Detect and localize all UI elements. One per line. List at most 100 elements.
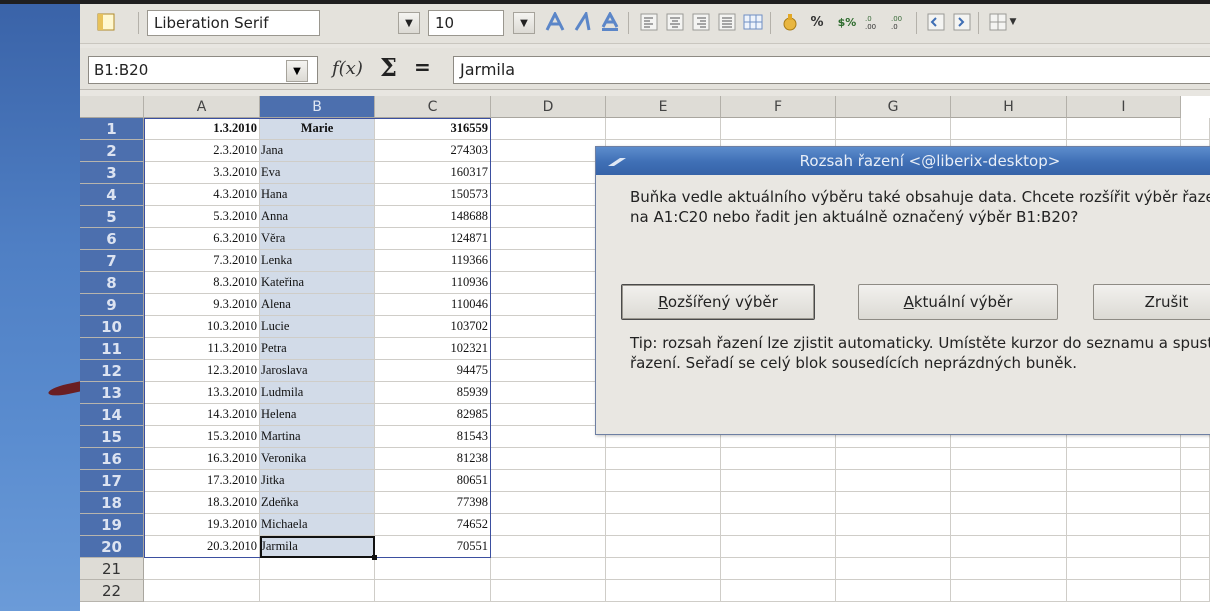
- cell-empty[interactable]: [491, 514, 606, 536]
- cell-a2[interactable]: 2.3.2010: [144, 140, 260, 162]
- toolbar-overflow-icon[interactable]: ▼: [1006, 11, 1020, 33]
- cell-b14[interactable]: Helena: [260, 404, 375, 426]
- cell-empty[interactable]: [491, 404, 606, 426]
- cell-c21[interactable]: [375, 558, 491, 580]
- row-header-13[interactable]: 13: [80, 382, 144, 404]
- cell-empty[interactable]: [1067, 558, 1181, 580]
- cell-b6[interactable]: Věra: [260, 228, 375, 250]
- cell-empty[interactable]: [606, 514, 721, 536]
- cell-c18[interactable]: 77398: [375, 492, 491, 514]
- cell-empty[interactable]: [491, 360, 606, 382]
- cell-b16[interactable]: Veronika: [260, 448, 375, 470]
- cell-empty[interactable]: [836, 448, 951, 470]
- cell-a7[interactable]: 7.3.2010: [144, 250, 260, 272]
- cell-b20[interactable]: Jarmila: [260, 536, 375, 558]
- cell-empty[interactable]: [491, 470, 606, 492]
- align-right-icon[interactable]: [689, 11, 713, 33]
- row-header-9[interactable]: 9: [80, 294, 144, 316]
- cell-a10[interactable]: 10.3.2010: [144, 316, 260, 338]
- cell-empty[interactable]: [951, 492, 1067, 514]
- cell-empty[interactable]: [491, 228, 606, 250]
- cell-c15[interactable]: 81543: [375, 426, 491, 448]
- name-box-dropdown[interactable]: ▼: [286, 60, 308, 82]
- cell-c5[interactable]: 148688: [375, 206, 491, 228]
- cell-b11[interactable]: Petra: [260, 338, 375, 360]
- row-header-2[interactable]: 2: [80, 140, 144, 162]
- cell-c14[interactable]: 82985: [375, 404, 491, 426]
- cell-empty[interactable]: [606, 580, 721, 602]
- font-size-combo[interactable]: 10: [428, 10, 504, 36]
- cell-b7[interactable]: Lenka: [260, 250, 375, 272]
- align-center-icon[interactable]: [663, 11, 687, 33]
- row-header-18[interactable]: 18: [80, 492, 144, 514]
- cell-c3[interactable]: 160317: [375, 162, 491, 184]
- row-header-16[interactable]: 16: [80, 448, 144, 470]
- cell-c9[interactable]: 110046: [375, 294, 491, 316]
- cell-a4[interactable]: 4.3.2010: [144, 184, 260, 206]
- indent-decrease-icon[interactable]: [924, 11, 948, 33]
- cell-empty[interactable]: [836, 558, 951, 580]
- cell-a22[interactable]: [144, 580, 260, 602]
- cell-empty[interactable]: [721, 448, 836, 470]
- cell-b9[interactable]: Alena: [260, 294, 375, 316]
- cell-a8[interactable]: 8.3.2010: [144, 272, 260, 294]
- cell-empty[interactable]: [491, 316, 606, 338]
- cell-empty[interactable]: [1181, 492, 1210, 514]
- cell-a12[interactable]: 12.3.2010: [144, 360, 260, 382]
- cell-empty[interactable]: [1067, 470, 1181, 492]
- cell-a17[interactable]: 17.3.2010: [144, 470, 260, 492]
- cell-c19[interactable]: 74652: [375, 514, 491, 536]
- current-selection-button[interactable]: Aktuální výběr: [858, 284, 1058, 320]
- row-header-6[interactable]: 6: [80, 228, 144, 250]
- cell-a11[interactable]: 11.3.2010: [144, 338, 260, 360]
- cell-empty[interactable]: [1181, 470, 1210, 492]
- row-header-14[interactable]: 14: [80, 404, 144, 426]
- name-box[interactable]: B1:B20: [88, 56, 318, 84]
- cell-a20[interactable]: 20.3.2010: [144, 536, 260, 558]
- font-name-dropdown[interactable]: ▼: [398, 12, 420, 34]
- row-header-22[interactable]: 22: [80, 580, 144, 602]
- styles-icon[interactable]: [94, 11, 118, 33]
- cell-c10[interactable]: 103702: [375, 316, 491, 338]
- cell-empty[interactable]: [491, 184, 606, 206]
- cell-empty[interactable]: [951, 536, 1067, 558]
- cell-c17[interactable]: 80651: [375, 470, 491, 492]
- cell-empty[interactable]: [1067, 514, 1181, 536]
- cell-empty[interactable]: [836, 514, 951, 536]
- row-header-11[interactable]: 11: [80, 338, 144, 360]
- function-wizard-icon[interactable]: f(x): [332, 58, 363, 79]
- formula-input[interactable]: Jarmila: [453, 56, 1210, 84]
- cell-a19[interactable]: 19.3.2010: [144, 514, 260, 536]
- cell-empty[interactable]: [491, 338, 606, 360]
- cell-b4[interactable]: Hana: [260, 184, 375, 206]
- cell-c22[interactable]: [375, 580, 491, 602]
- percent-icon[interactable]: %: [805, 11, 829, 33]
- cell-empty[interactable]: [836, 118, 951, 140]
- cell-a16[interactable]: 16.3.2010: [144, 448, 260, 470]
- cell-empty[interactable]: [721, 118, 836, 140]
- cell-b19[interactable]: Michaela: [260, 514, 375, 536]
- cell-empty[interactable]: [1181, 118, 1210, 140]
- cell-empty[interactable]: [491, 536, 606, 558]
- row-header-1[interactable]: 1: [80, 118, 144, 140]
- cell-empty[interactable]: [491, 250, 606, 272]
- cell-empty[interactable]: [721, 536, 836, 558]
- italic-a-icon[interactable]: [571, 11, 595, 33]
- cell-empty[interactable]: [606, 536, 721, 558]
- column-header-i[interactable]: I: [1067, 96, 1181, 118]
- cell-b5[interactable]: Anna: [260, 206, 375, 228]
- cell-a15[interactable]: 15.3.2010: [144, 426, 260, 448]
- row-header-12[interactable]: 12: [80, 360, 144, 382]
- column-header-a[interactable]: A: [144, 96, 260, 118]
- cell-a13[interactable]: 13.3.2010: [144, 382, 260, 404]
- cell-empty[interactable]: [491, 162, 606, 184]
- cell-empty[interactable]: [491, 272, 606, 294]
- cell-empty[interactable]: [491, 426, 606, 448]
- cell-a6[interactable]: 6.3.2010: [144, 228, 260, 250]
- cell-empty[interactable]: [1181, 514, 1210, 536]
- row-header-3[interactable]: 3: [80, 162, 144, 184]
- row-header-5[interactable]: 5: [80, 206, 144, 228]
- cell-c13[interactable]: 85939: [375, 382, 491, 404]
- cell-empty[interactable]: [1067, 580, 1181, 602]
- cell-a3[interactable]: 3.3.2010: [144, 162, 260, 184]
